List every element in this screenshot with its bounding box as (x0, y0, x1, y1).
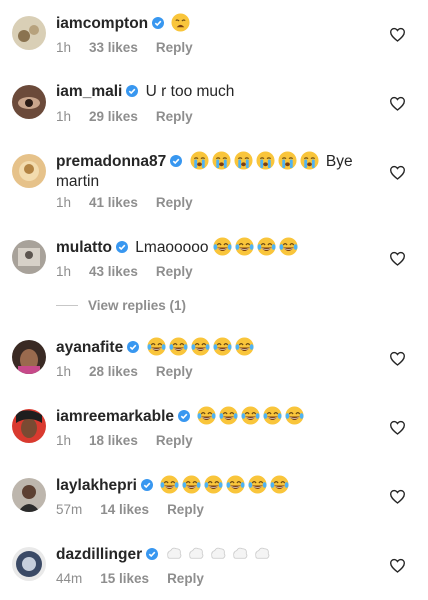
face-with-tears-of-joy-emoji-icon (213, 237, 232, 256)
emoji-group (160, 475, 292, 494)
weary-face-emoji-icon (171, 13, 190, 32)
comment-time: 1h (56, 433, 72, 448)
comment-time: 44m (56, 571, 83, 586)
avatar[interactable] (12, 340, 46, 374)
emoji-group (209, 237, 301, 256)
likes-count[interactable]: 14 likes (100, 502, 149, 517)
comment-username[interactable]: iamreemarkable (56, 408, 174, 425)
face-with-tears-of-joy-emoji-icon (190, 337, 210, 356)
emoji-group (197, 406, 307, 425)
dashing-away-emoji-icon (189, 547, 204, 559)
face-with-tears-of-joy-emoji-icon (234, 337, 254, 356)
verified-badge-icon (141, 479, 153, 491)
face-with-tears-of-joy-emoji-icon (168, 337, 188, 356)
likes-count[interactable]: 43 likes (89, 264, 138, 279)
comment-username[interactable]: laylakhepri (56, 477, 137, 494)
comment-username[interactable]: ayanafite (56, 339, 123, 356)
face-with-tears-of-joy-emoji-icon (182, 475, 201, 494)
likes-count[interactable]: 18 likes (89, 433, 138, 448)
verified-badge-icon (127, 341, 140, 353)
comment-text: Lmaooooo (135, 239, 209, 256)
avatar[interactable] (12, 478, 46, 512)
avatar[interactable] (12, 240, 46, 274)
heart-icon[interactable] (389, 351, 406, 366)
verified-badge-icon (178, 410, 191, 422)
loudly-crying-face-emoji-icon (234, 151, 253, 170)
reply-button[interactable]: Reply (156, 264, 193, 279)
verified-badge-icon (115, 241, 128, 253)
comment-username[interactable]: mulatto (56, 239, 112, 256)
emoji-group (190, 151, 326, 170)
reply-button[interactable]: Reply (156, 364, 193, 379)
verified-badge-icon (126, 85, 139, 97)
reply-button[interactable]: Reply (156, 195, 193, 210)
dashing-away-emoji-icon (167, 547, 182, 559)
comment-text: U r too much (145, 83, 235, 100)
face-with-tears-of-joy-emoji-icon (212, 337, 232, 356)
comment-username[interactable]: iam_mali (56, 83, 122, 100)
likes-count[interactable]: 15 likes (100, 571, 149, 586)
avatar[interactable] (12, 85, 46, 119)
avatar[interactable] (12, 547, 46, 581)
dashing-away-emoji-icon (255, 547, 270, 559)
likes-count[interactable]: 41 likes (89, 195, 138, 210)
reply-button[interactable]: Reply (156, 433, 193, 448)
avatar[interactable] (12, 409, 46, 443)
heart-icon[interactable] (389, 558, 406, 573)
face-with-tears-of-joy-emoji-icon (263, 406, 282, 425)
face-with-tears-of-joy-emoji-icon (197, 406, 216, 425)
reply-button[interactable]: Reply (156, 40, 193, 55)
face-with-tears-of-joy-emoji-icon (226, 475, 245, 494)
avatar[interactable] (12, 154, 46, 188)
verified-badge-icon (170, 155, 183, 167)
comment-time: 1h (56, 40, 72, 55)
emoji-group (146, 337, 257, 356)
heart-icon[interactable] (389, 165, 406, 180)
view-replies-label: View replies (1) (88, 298, 187, 313)
comment-time: 57m (56, 502, 83, 517)
reply-button[interactable]: Reply (156, 109, 193, 124)
face-with-tears-of-joy-emoji-icon (204, 475, 223, 494)
loudly-crying-face-emoji-icon (212, 151, 231, 170)
face-with-tears-of-joy-emoji-icon (146, 337, 166, 356)
comment-time: 1h (56, 195, 72, 210)
likes-count[interactable]: 28 likes (89, 364, 138, 379)
face-with-tears-of-joy-emoji-icon (219, 406, 238, 425)
face-with-tears-of-joy-emoji-icon (270, 475, 289, 494)
heart-icon[interactable] (389, 489, 406, 504)
comment-username[interactable]: iamcompton (56, 15, 148, 32)
verified-badge-icon (146, 548, 159, 560)
comment-time: 1h (56, 264, 72, 279)
loudly-crying-face-emoji-icon (190, 151, 209, 170)
face-with-tears-of-joy-emoji-icon (160, 475, 179, 494)
comment-time: 1h (56, 364, 72, 379)
face-with-tears-of-joy-emoji-icon (235, 237, 254, 256)
reply-button[interactable]: Reply (167, 502, 204, 517)
face-with-tears-of-joy-emoji-icon (285, 406, 304, 425)
dashing-away-emoji-icon (233, 547, 248, 559)
heart-icon[interactable] (389, 251, 406, 266)
loudly-crying-face-emoji-icon (300, 151, 319, 170)
view-replies-link[interactable]: View replies (1) (56, 298, 186, 313)
loudly-crying-face-emoji-icon (278, 151, 297, 170)
divider (56, 305, 78, 306)
dashing-away-emoji-icon (211, 547, 226, 559)
loudly-crying-face-emoji-icon (256, 151, 275, 170)
comment-username[interactable]: premadonna87 (56, 153, 166, 170)
heart-icon[interactable] (389, 96, 406, 111)
comment-time: 1h (56, 109, 72, 124)
reply-button[interactable]: Reply (167, 571, 204, 586)
face-with-tears-of-joy-emoji-icon (248, 475, 267, 494)
likes-count[interactable]: 29 likes (89, 109, 138, 124)
likes-count[interactable]: 33 likes (89, 40, 138, 55)
verified-badge-icon (152, 17, 165, 29)
face-with-tears-of-joy-emoji-icon (241, 406, 260, 425)
face-with-tears-of-joy-emoji-icon (279, 237, 298, 256)
heart-icon[interactable] (389, 27, 406, 42)
face-with-tears-of-joy-emoji-icon (257, 237, 276, 256)
avatar[interactable] (12, 16, 46, 50)
heart-icon[interactable] (389, 420, 406, 435)
emoji-group (165, 546, 275, 563)
comment-username[interactable]: dazdillinger (56, 546, 142, 563)
